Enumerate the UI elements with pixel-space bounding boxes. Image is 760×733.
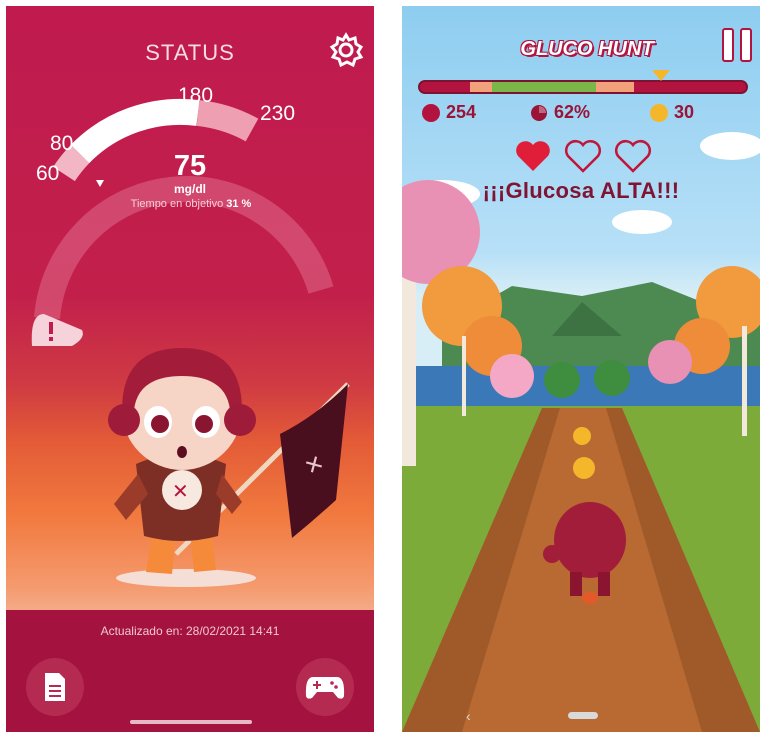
- gauge-label-80: 80: [50, 132, 74, 155]
- glucose-alert: ¡¡¡Glucosa ALTA!!!: [482, 178, 680, 203]
- mascot-illustration: ✕ ✕: [108, 348, 350, 587]
- gauge-label-60: 60: [36, 162, 60, 185]
- coin-icon: [650, 103, 668, 122]
- gamepad-icon: [305, 677, 345, 699]
- report-button[interactable]: [26, 658, 84, 716]
- glucose-reading: 75: [173, 150, 207, 182]
- stat-coins-value: 30: [674, 102, 695, 122]
- stat-time-value: 62%: [554, 102, 591, 122]
- time-in-range-label: Tiempo en objetivo: [130, 198, 224, 210]
- gauge-label-180: 180: [178, 84, 214, 107]
- bar-high-zone: [634, 82, 746, 92]
- gauge-label-230: 230: [260, 102, 296, 125]
- bar-low-warning-zone: [470, 82, 492, 92]
- stat-coins: 30: [650, 102, 694, 123]
- game-screen: GLUCO HUNT 254 62% 30 ¡¡¡Glucosa ALTA!!!…: [402, 6, 760, 732]
- stat-time: 62%: [530, 102, 590, 123]
- bar-high-warning-zone: [596, 82, 634, 92]
- bottom-bar: Actualizado en: 28/02/2021 14:41: [6, 610, 374, 732]
- svg-text:✕: ✕: [172, 479, 189, 503]
- pause-icon-left: [722, 28, 734, 62]
- gauge-pointer: [96, 180, 104, 187]
- game-stats: 254 62% 30: [402, 102, 760, 128]
- pause-button[interactable]: [722, 28, 756, 64]
- time-in-range-value: 31 %: [226, 198, 252, 210]
- heart-icon-filled: [516, 141, 550, 171]
- time-in-range: Tiempo en objetivo 31 %: [76, 198, 306, 210]
- bar-low-zone: [420, 82, 470, 92]
- gauge-high-zone: [196, 100, 259, 142]
- clock-icon: [531, 104, 547, 121]
- status-screen: STATUS 60 80 180 230 75 mg/dl Tiempo en …: [6, 6, 374, 732]
- lives-hearts: [516, 140, 651, 173]
- last-updated: Actualizado en: 28/02/2021 14:41: [100, 624, 280, 638]
- home-handle[interactable]: [568, 712, 598, 719]
- heart-icon-empty: [565, 140, 601, 173]
- home-indicator[interactable]: [130, 720, 252, 724]
- game-title: GLUCO HUNT: [520, 38, 654, 60]
- glucose-marker: [652, 70, 670, 81]
- stat-glucose: 254: [422, 102, 476, 123]
- gauge-target-zone: [70, 98, 200, 164]
- heart-icon-empty: [615, 140, 651, 173]
- bar-target-zone: [492, 82, 596, 92]
- back-icon[interactable]: ‹: [466, 708, 471, 724]
- glucose-drop-icon: [422, 103, 440, 122]
- pause-icon-right: [740, 28, 752, 62]
- document-icon: [45, 673, 65, 701]
- glucose-range-bar: [418, 80, 748, 94]
- gauge-low-zone: [53, 144, 90, 182]
- glucose-unit: mg/dl: [174, 182, 206, 196]
- game-button[interactable]: [296, 658, 354, 716]
- stat-glucose-value: 254: [446, 102, 477, 122]
